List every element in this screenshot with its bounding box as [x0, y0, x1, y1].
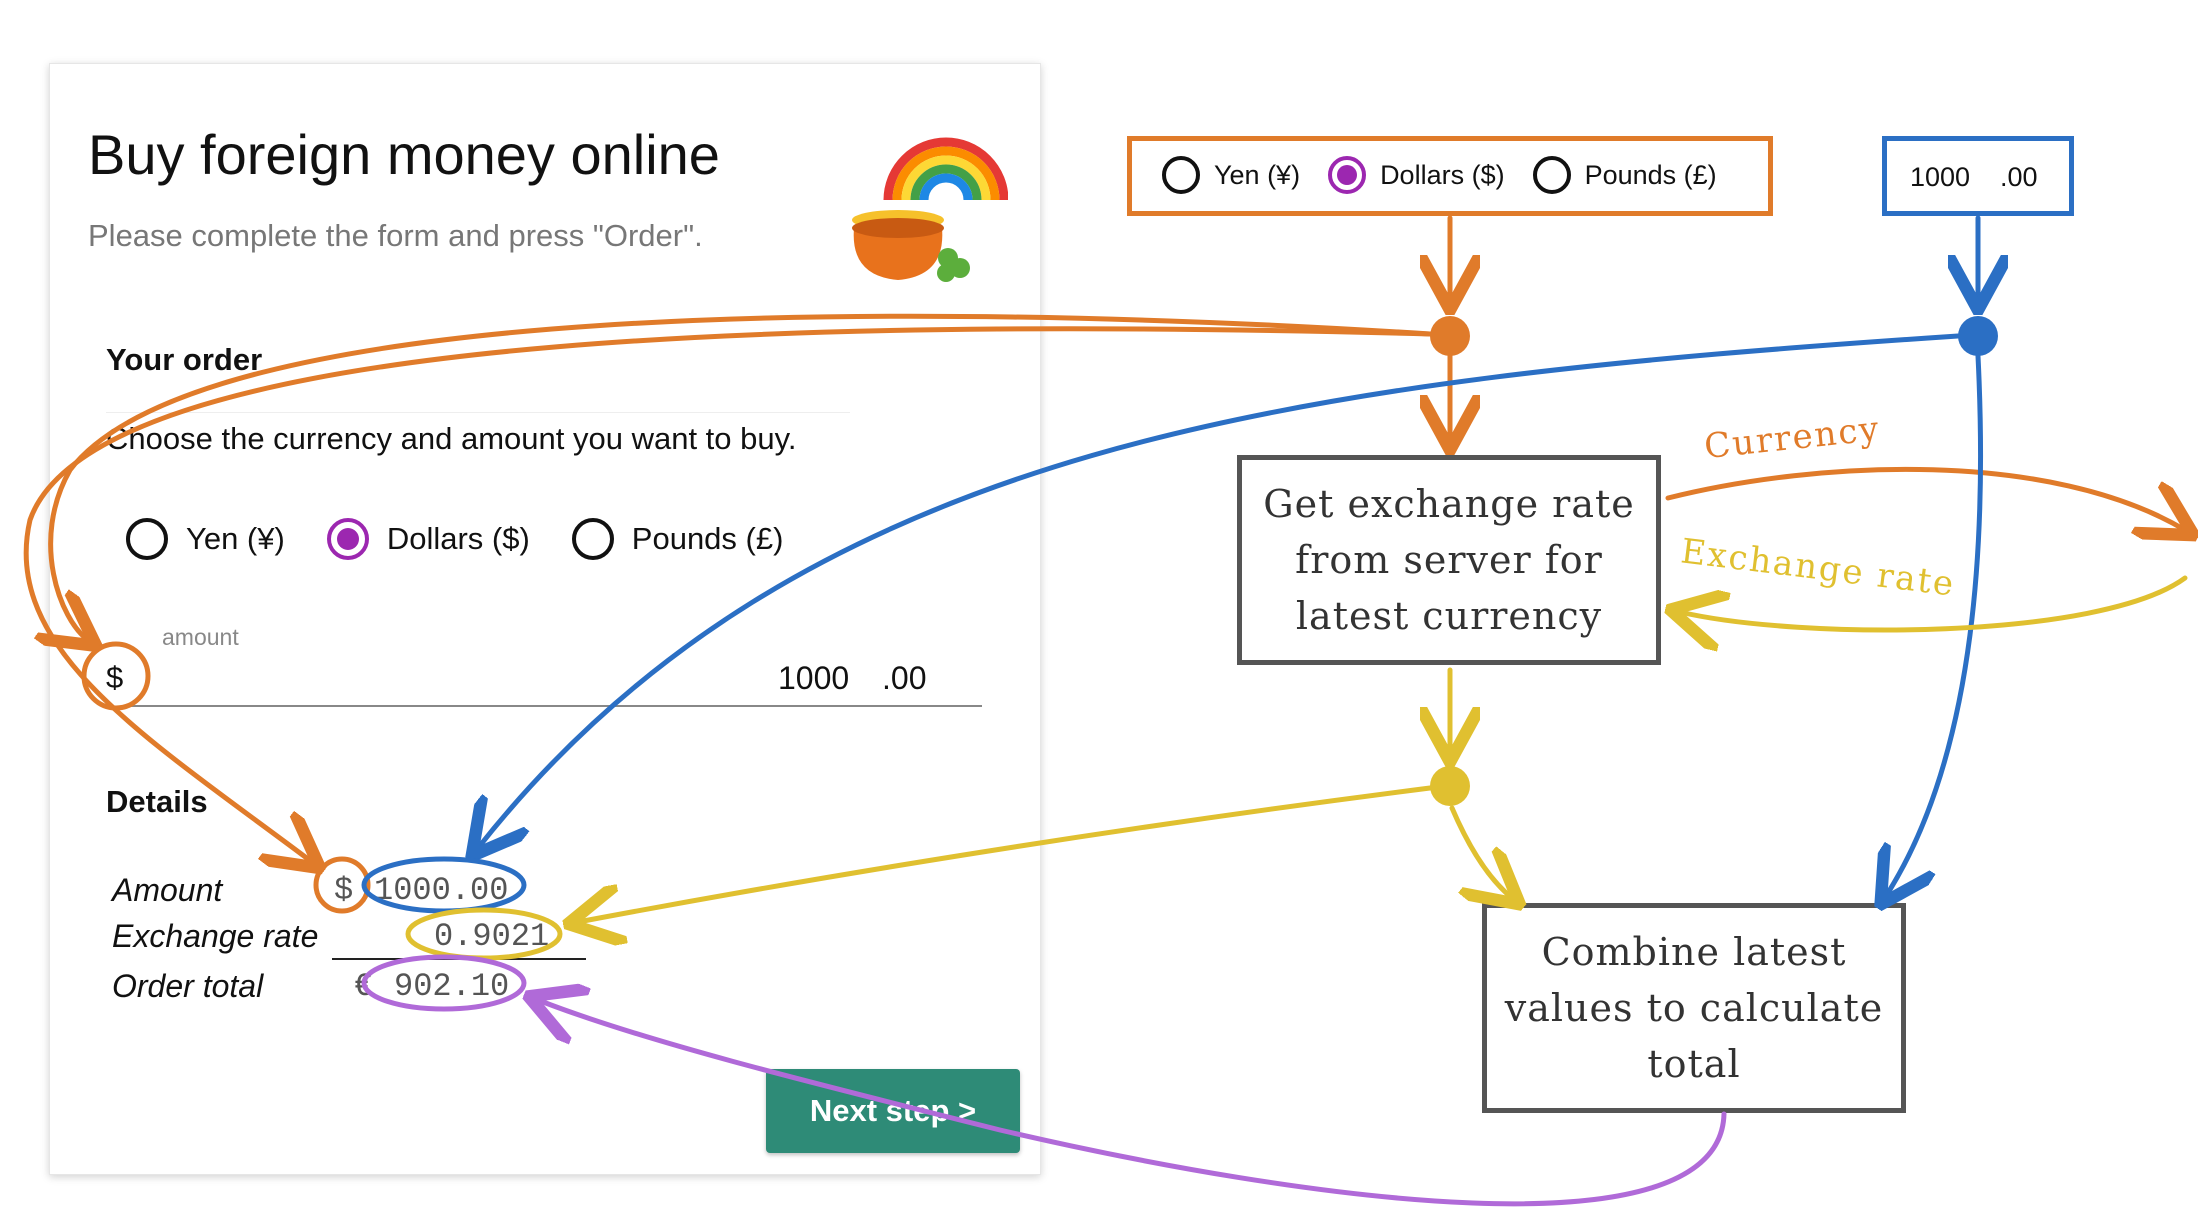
- flow-arrows-overlay: [23, 215, 2198, 1207]
- currency-flow-arrows: [23, 215, 2185, 914]
- currency-to-details-symbol-arrow: [23, 326, 1433, 862]
- currency-to-server-arrow: [1665, 466, 2185, 530]
- currency-to-symbol-arrow: [51, 313, 1433, 640]
- exchange-rate-flow-arrows: [405, 575, 2188, 961]
- details-symbol-highlight-circle: [313, 856, 371, 914]
- amount-value-highlight: [361, 856, 527, 914]
- rate-to-details-arrow: [578, 785, 1433, 922]
- rate-junction-dot: [1430, 766, 1470, 806]
- symbol-highlight-circle: [81, 641, 151, 711]
- combine-to-total-arrow: [538, 1000, 1727, 1207]
- total-flow-arrows: [361, 954, 1727, 1207]
- total-value-highlight: [361, 954, 527, 1012]
- amount-junction-dot: [1958, 316, 1998, 356]
- rate-value-highlight: [405, 907, 563, 961]
- rate-to-combine-arrow: [1449, 805, 1512, 898]
- amount-to-details-arrow: [478, 333, 1961, 848]
- server-to-exchange-box-arrow: [1680, 575, 2188, 630]
- currency-junction-dot: [1430, 316, 1470, 356]
